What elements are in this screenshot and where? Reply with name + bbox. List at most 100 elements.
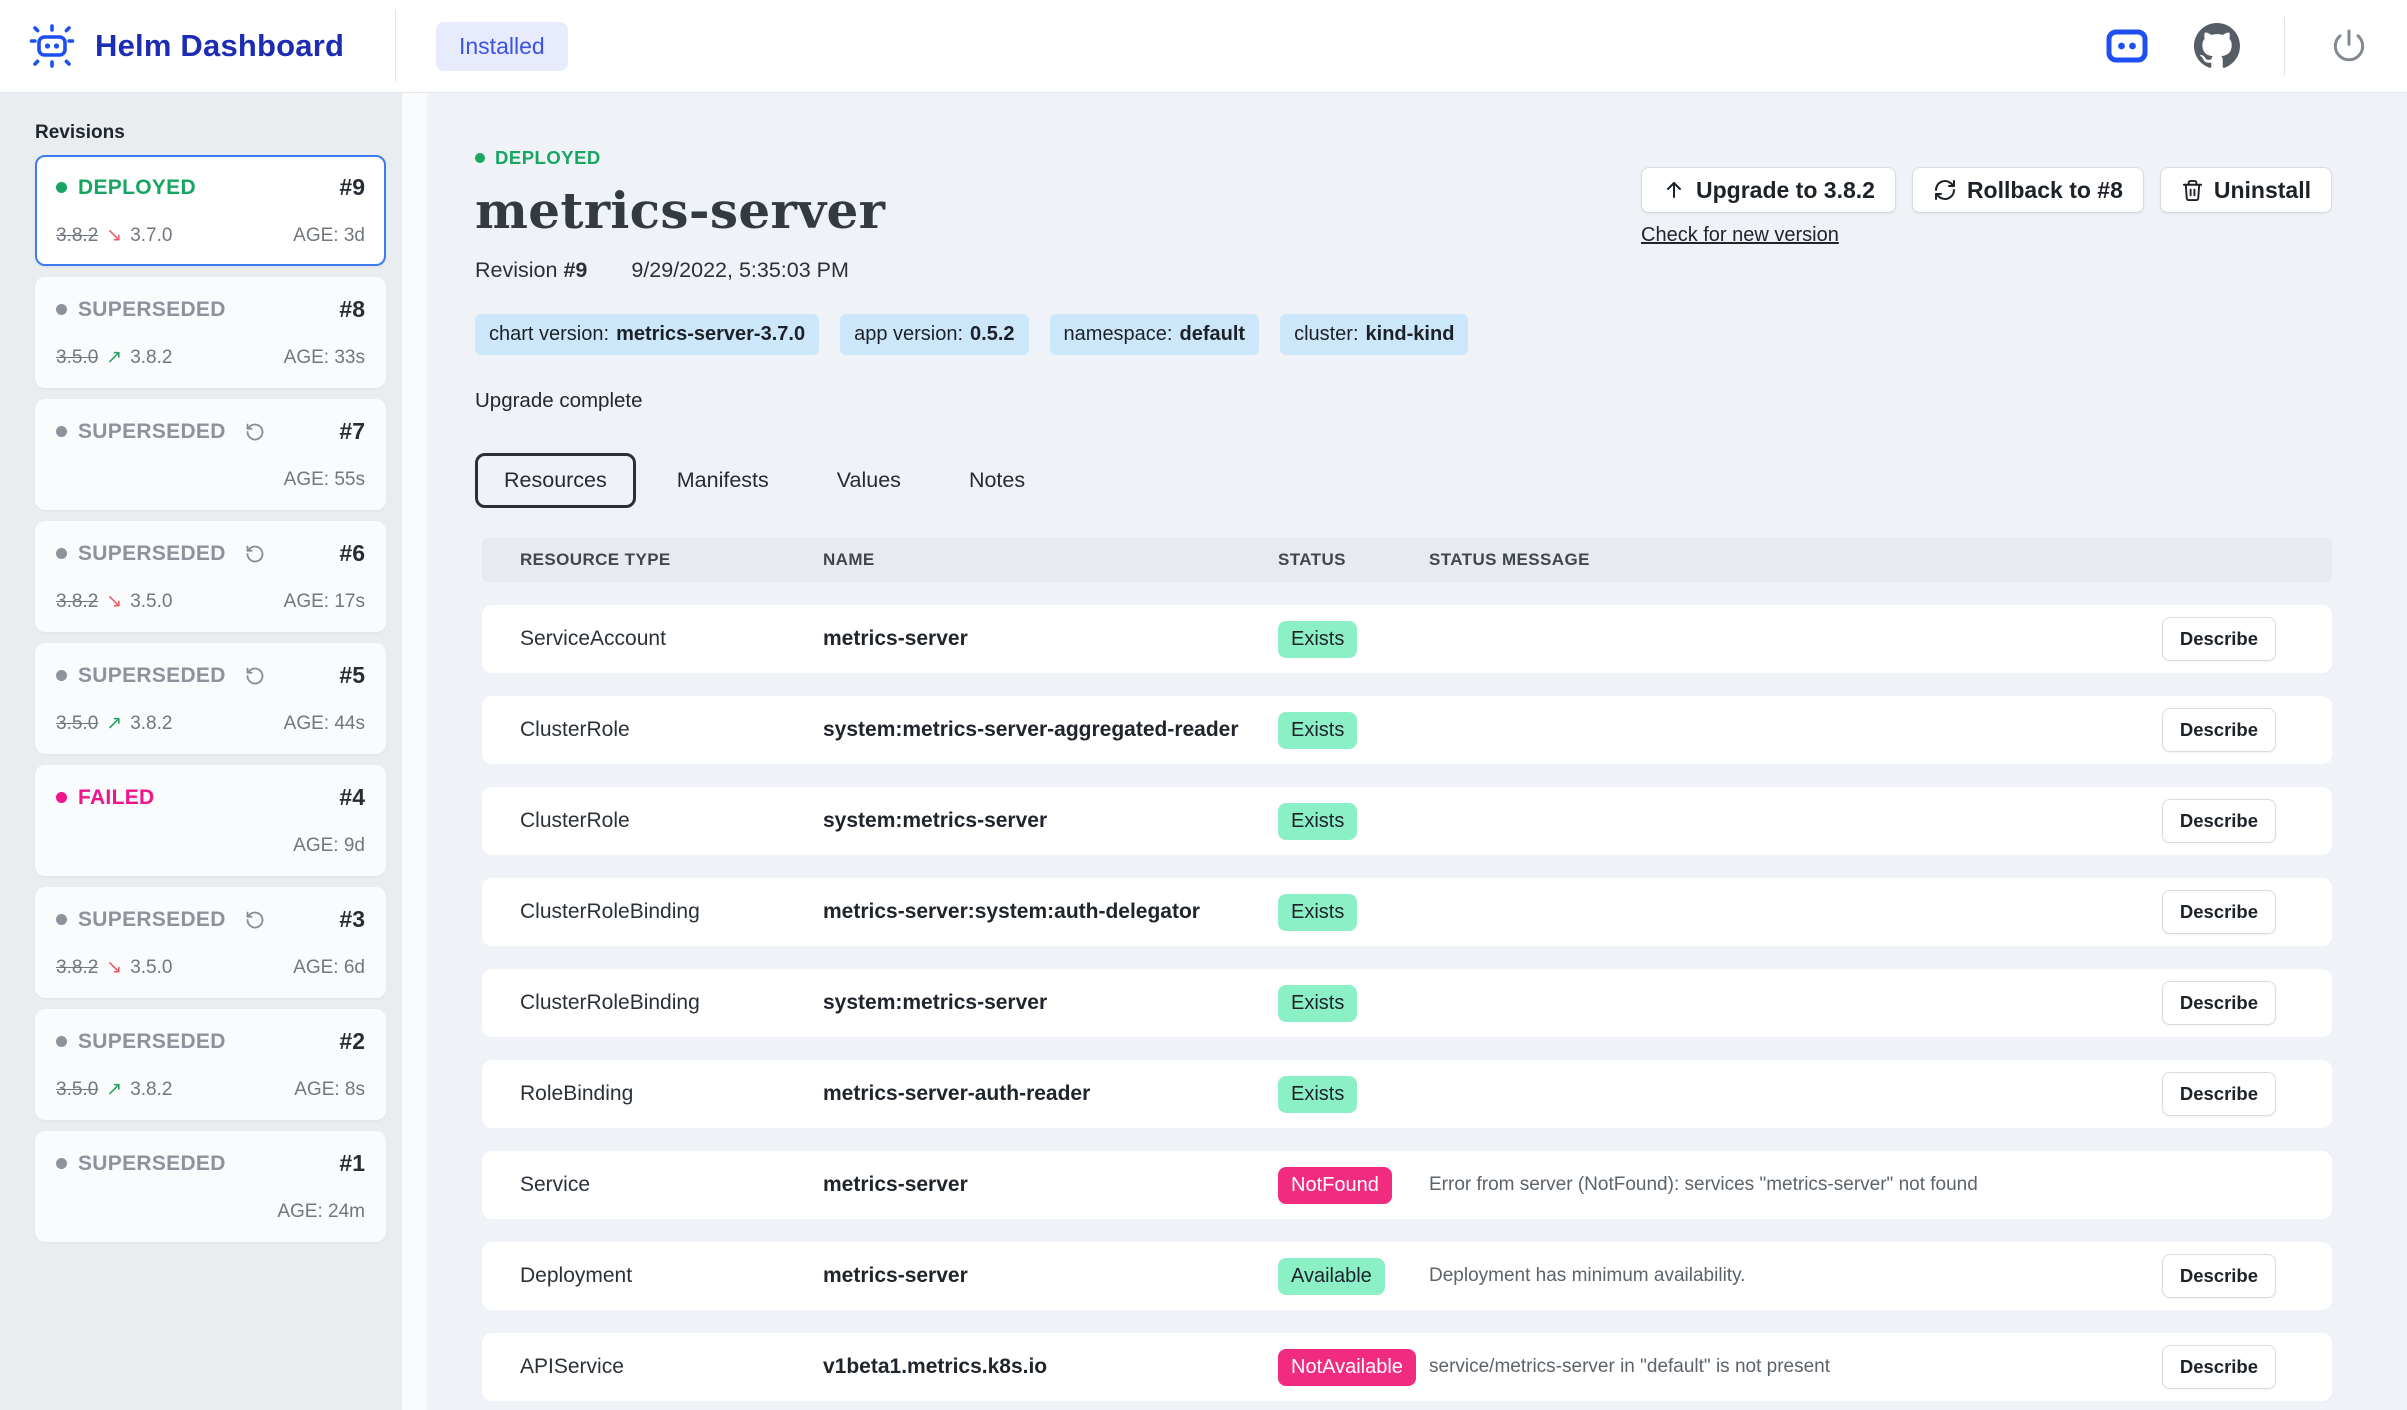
status-badge: Exists — [1278, 803, 1357, 840]
nav-tab-installed[interactable]: Installed — [436, 22, 568, 71]
table-row: ClusterRoleBinding metrics-server:system… — [482, 878, 2332, 946]
revision-card-4[interactable]: FAILED #4 AGE: 9d — [35, 765, 386, 876]
describe-button[interactable]: Describe — [2162, 981, 2276, 1025]
col-resource-type: RESOURCE TYPE — [520, 550, 823, 570]
revision-number: #2 — [339, 1028, 365, 1055]
revision-age: AGE: 24m — [277, 1201, 365, 1223]
arrow-up-icon — [1662, 178, 1686, 202]
release-actions: Upgrade to 3.8.2 Rollback to #8 Uninstal… — [1641, 167, 2332, 247]
new-version: 3.5.0 — [130, 957, 172, 979]
uninstall-button[interactable]: Uninstall — [2160, 167, 2332, 213]
status-message: Deployment has minimum availability. — [1429, 1265, 2152, 1287]
resource-name: metrics-server — [823, 1264, 1278, 1288]
resource-type: Service — [520, 1173, 823, 1197]
history-icon[interactable] — [245, 422, 265, 442]
status-message: service/metrics-server in "default" is n… — [1429, 1356, 2152, 1378]
tab-values[interactable]: Values — [810, 455, 928, 506]
revision-age: AGE: 9d — [293, 835, 365, 857]
table-row: ServiceAccount metrics-server Exists Des… — [482, 605, 2332, 673]
check-new-version-link[interactable]: Check for new version — [1641, 224, 1839, 247]
revision-number: #9 — [339, 174, 365, 201]
resource-name: metrics-server:system:auth-delegator — [823, 900, 1278, 924]
revision-status: DEPLOYED — [78, 176, 196, 200]
revision-age: AGE: 44s — [284, 713, 365, 735]
describe-button[interactable]: Describe — [2162, 1254, 2276, 1298]
page-body: Revisions DEPLOYED #9 3.8.2↘3.7.0 AGE: 3… — [0, 93, 2407, 1410]
top-header: Helm Dashboard Installed — [0, 0, 2407, 93]
brand[interactable]: Helm Dashboard — [25, 19, 395, 73]
describe-button[interactable]: Describe — [2162, 1345, 2276, 1389]
detail-tabs: Resources Manifests Values Notes — [475, 453, 2332, 508]
resource-type: ServiceAccount — [520, 627, 823, 651]
tab-manifests[interactable]: Manifests — [650, 455, 796, 506]
header-divider — [395, 10, 396, 82]
upgrade-button[interactable]: Upgrade to 3.8.2 — [1641, 167, 1896, 213]
revision-card-9[interactable]: DEPLOYED #9 3.8.2 ↘ 3.7.0 AGE: 3d — [35, 155, 386, 266]
old-version: 3.5.0 — [56, 713, 98, 735]
resource-name: system:metrics-server-aggregated-reader — [823, 718, 1278, 742]
resource-type: ClusterRole — [520, 718, 823, 742]
status-dot — [56, 304, 67, 315]
status-dot — [56, 1036, 67, 1047]
table-row: Deployment metrics-server Available Depl… — [482, 1242, 2332, 1310]
new-version: 3.7.0 — [130, 225, 172, 247]
status-badge: Exists — [1278, 712, 1357, 749]
status-message: Error from server (NotFound): services "… — [1429, 1174, 2152, 1196]
history-icon[interactable] — [245, 910, 265, 930]
release-date: 9/29/2022, 5:35:03 PM — [631, 258, 849, 283]
describe-button[interactable]: Describe — [2162, 890, 2276, 934]
tab-notes[interactable]: Notes — [942, 455, 1052, 506]
status-dot — [56, 670, 67, 681]
rollback-button[interactable]: Rollback to #8 — [1912, 167, 2144, 213]
describe-button[interactable]: Describe — [2162, 617, 2276, 661]
history-icon[interactable] — [245, 666, 265, 686]
rollback-icon — [1933, 178, 1957, 202]
history-icon[interactable] — [245, 544, 265, 564]
describe-button[interactable]: Describe — [2162, 799, 2276, 843]
status-dot — [56, 182, 67, 193]
resource-name: system:metrics-server — [823, 991, 1278, 1015]
describe-button[interactable]: Describe — [2162, 708, 2276, 752]
table-row: Service metrics-server NotFound Error fr… — [482, 1151, 2332, 1219]
status-dot — [56, 1158, 67, 1169]
old-version: 3.8.2 — [56, 225, 98, 247]
revision-card-2[interactable]: SUPERSEDED #2 3.5.0↗3.8.2 AGE: 8s — [35, 1009, 386, 1120]
revision-card-8[interactable]: SUPERSEDED #8 3.5.0↗3.8.2 AGE: 33s — [35, 277, 386, 388]
revision-number: #5 — [339, 662, 365, 689]
resource-name: metrics-server-auth-reader — [823, 1082, 1278, 1106]
api-device-icon[interactable] — [2104, 28, 2150, 64]
revision-number: #9 — [563, 258, 587, 282]
resource-type: ClusterRoleBinding — [520, 991, 823, 1015]
resource-name: metrics-server — [823, 1173, 1278, 1197]
new-version: 3.8.2 — [130, 1079, 172, 1101]
col-status-message: STATUS MESSAGE — [1429, 550, 2152, 570]
power-icon[interactable] — [2329, 26, 2369, 66]
downgrade-arrow-icon: ↘ — [106, 224, 122, 247]
table-row: APIService v1beta1.metrics.k8s.io NotAva… — [482, 1333, 2332, 1401]
old-version: 3.8.2 — [56, 957, 98, 979]
resource-type: Deployment — [520, 1264, 823, 1288]
revision-age: AGE: 33s — [284, 347, 365, 369]
old-version: 3.5.0 — [56, 347, 98, 369]
revision-age: AGE: 17s — [284, 591, 365, 613]
table-row: RoleBinding metrics-server-auth-reader E… — [482, 1060, 2332, 1128]
release-detail: DEPLOYED metrics-server Revision #9 9/29… — [427, 93, 2407, 1410]
resource-name: system:metrics-server — [823, 809, 1278, 833]
revision-card-1[interactable]: SUPERSEDED #1 AGE: 24m — [35, 1131, 386, 1242]
revision-card-5[interactable]: SUPERSEDED #5 3.5.0↗3.8.2 AGE: 44s — [35, 643, 386, 754]
revision-status: SUPERSEDED — [78, 1030, 226, 1054]
revision-age: AGE: 3d — [293, 225, 365, 247]
resources-table: RESOURCE TYPE NAME STATUS STATUS MESSAGE… — [482, 538, 2332, 1401]
status-badge: Exists — [1278, 894, 1357, 931]
revision-age: AGE: 6d — [293, 957, 365, 979]
revision-card-6[interactable]: SUPERSEDED #6 3.8.2↘3.5.0 AGE: 17s — [35, 521, 386, 632]
namespace-chip: namespace:default — [1050, 314, 1260, 355]
revisions-sidebar: Revisions DEPLOYED #9 3.8.2↘3.7.0 AGE: 3… — [0, 93, 402, 1410]
revision-card-7[interactable]: SUPERSEDED #7 AGE: 55s — [35, 399, 386, 510]
revision-number: #4 — [339, 784, 365, 811]
revision-card-3[interactable]: SUPERSEDED #3 3.8.2↘3.5.0 AGE: 6d — [35, 887, 386, 998]
describe-button[interactable]: Describe — [2162, 1072, 2276, 1116]
tab-resources[interactable]: Resources — [475, 453, 636, 508]
github-icon[interactable] — [2194, 23, 2240, 69]
new-version: 3.5.0 — [130, 591, 172, 613]
